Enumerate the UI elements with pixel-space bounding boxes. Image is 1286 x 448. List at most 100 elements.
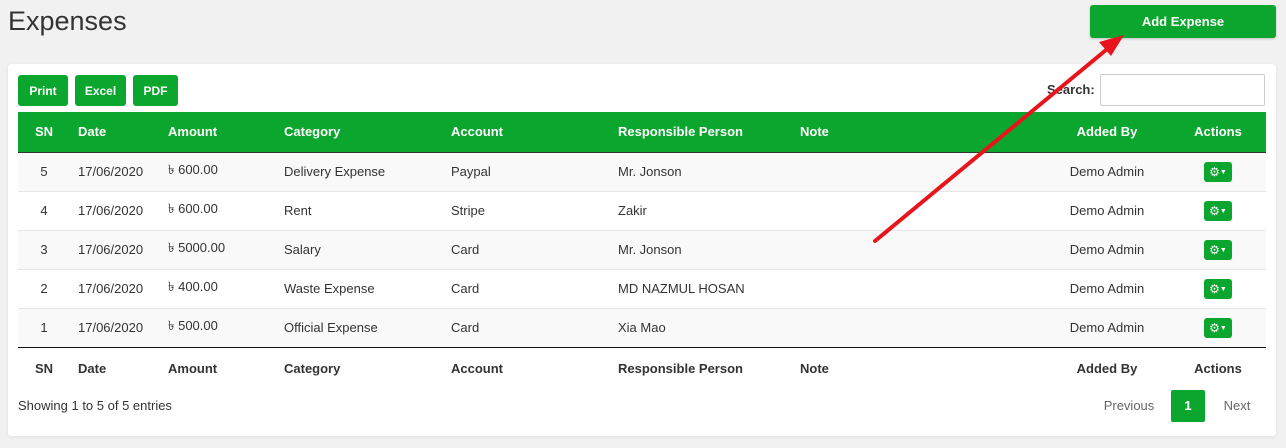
- column-header-sn[interactable]: SN: [18, 112, 70, 152]
- footer-header-added-by: Added By: [1044, 346, 1170, 389]
- print-button[interactable]: Print: [18, 75, 68, 106]
- cell-sn: 1: [18, 307, 70, 347]
- cell-account: Card: [443, 268, 610, 308]
- footer-header-account: Account: [443, 346, 610, 389]
- expenses-card: Print Excel PDF Search: SN Date Amount C…: [8, 64, 1276, 436]
- table-header-row: SN Date Amount Category Account Responsi…: [18, 112, 1266, 152]
- cell-date: 17/06/2020: [70, 151, 160, 191]
- cell-date: 17/06/2020: [70, 307, 160, 347]
- cell-note: [792, 151, 1044, 191]
- pagination-previous[interactable]: Previous: [1090, 390, 1168, 422]
- cell-responsible-person: Mr. Jonson: [610, 151, 792, 191]
- cell-amount: ৳ 600.00: [160, 151, 276, 191]
- gear-icon: ⚙: [1209, 281, 1220, 296]
- cell-responsible-person: MD NAZMUL HOSAN: [610, 268, 792, 308]
- cell-added-by: Demo Admin: [1044, 229, 1170, 269]
- cell-actions: ⚙▼: [1170, 229, 1266, 269]
- pagination-next[interactable]: Next: [1208, 390, 1266, 422]
- excel-button[interactable]: Excel: [75, 75, 126, 106]
- cell-actions: ⚙▼: [1170, 190, 1266, 230]
- cell-note: [792, 190, 1044, 230]
- actions-dropdown-button[interactable]: ⚙▼: [1204, 200, 1232, 221]
- cell-date: 17/06/2020: [70, 229, 160, 269]
- arrow-head: [1099, 35, 1124, 56]
- table-row: 3 17/06/2020 ৳ 5000.00 Salary Card Mr. J…: [18, 229, 1266, 269]
- cell-actions: ⚙▼: [1170, 307, 1266, 347]
- footer-header-category: Category: [276, 346, 443, 389]
- cell-added-by: Demo Admin: [1044, 190, 1170, 230]
- cell-responsible-person: Zakir: [610, 190, 792, 230]
- cell-added-by: Demo Admin: [1044, 151, 1170, 191]
- gear-icon: ⚙: [1209, 320, 1220, 335]
- cell-added-by: Demo Admin: [1044, 268, 1170, 308]
- column-header-amount[interactable]: Amount: [160, 112, 276, 152]
- cell-actions: ⚙▼: [1170, 268, 1266, 308]
- caret-down-icon: ▼: [1219, 285, 1227, 293]
- cell-note: [792, 229, 1044, 269]
- cell-amount: ৳ 5000.00: [160, 229, 276, 269]
- cell-category: Official Expense: [276, 307, 443, 347]
- footer-header-sn: SN: [18, 346, 70, 389]
- table-row: 4 17/06/2020 ৳ 600.00 Rent Stripe Zakir …: [18, 190, 1266, 230]
- expenses-table: SN Date Amount Category Account Responsi…: [18, 112, 1266, 389]
- cell-category: Salary: [276, 229, 443, 269]
- table-footer-row: SN Date Amount Category Account Responsi…: [18, 346, 1266, 389]
- actions-dropdown-button[interactable]: ⚙▼: [1204, 278, 1232, 299]
- search-label: Search:: [1047, 82, 1095, 97]
- cell-account: Card: [443, 229, 610, 269]
- cell-account: Card: [443, 307, 610, 347]
- column-header-account[interactable]: Account: [443, 112, 610, 152]
- gear-icon: ⚙: [1209, 203, 1220, 218]
- column-header-added-by[interactable]: Added By: [1044, 112, 1170, 152]
- cell-sn: 5: [18, 151, 70, 191]
- footer-header-note: Note: [792, 346, 1044, 389]
- cell-category: Delivery Expense: [276, 151, 443, 191]
- footer-header-actions: Actions: [1170, 346, 1266, 389]
- cell-note: [792, 268, 1044, 308]
- caret-down-icon: ▼: [1219, 324, 1227, 332]
- actions-dropdown-button[interactable]: ⚙▼: [1204, 317, 1232, 338]
- pagination-page-1[interactable]: 1: [1171, 390, 1205, 422]
- column-header-category[interactable]: Category: [276, 112, 443, 152]
- cell-amount: ৳ 500.00: [160, 307, 276, 347]
- column-header-responsible-person[interactable]: Responsible Person: [610, 112, 792, 152]
- column-header-note[interactable]: Note: [792, 112, 1044, 152]
- cell-sn: 4: [18, 190, 70, 230]
- actions-dropdown-button[interactable]: ⚙▼: [1204, 239, 1232, 260]
- table-row: 5 17/06/2020 ৳ 600.00 Delivery Expense P…: [18, 151, 1266, 191]
- caret-down-icon: ▼: [1219, 246, 1227, 254]
- page-title: Expenses: [8, 6, 127, 36]
- table-info: Showing 1 to 5 of 5 entries: [18, 398, 172, 413]
- cell-date: 17/06/2020: [70, 190, 160, 230]
- column-header-actions: Actions: [1194, 124, 1242, 140]
- gear-icon: ⚙: [1209, 164, 1220, 179]
- caret-down-icon: ▼: [1219, 207, 1227, 215]
- cell-amount: ৳ 400.00: [160, 268, 276, 308]
- cell-category: Waste Expense: [276, 268, 443, 308]
- cell-amount: ৳ 600.00: [160, 190, 276, 230]
- footer-header-amount: Amount: [160, 346, 276, 389]
- cell-note: [792, 307, 1044, 347]
- caret-down-icon: ▼: [1219, 168, 1227, 176]
- pdf-button[interactable]: PDF: [133, 75, 178, 106]
- cell-sn: 3: [18, 229, 70, 269]
- cell-category: Rent: [276, 190, 443, 230]
- cell-added-by: Demo Admin: [1044, 307, 1170, 347]
- cell-responsible-person: Mr. Jonson: [610, 229, 792, 269]
- cell-actions: ⚙▼: [1170, 151, 1266, 191]
- pagination: Previous 1 Next: [1090, 390, 1266, 422]
- footer-header-date: Date: [70, 346, 160, 389]
- footer-header-responsible-person: Responsible Person: [610, 346, 792, 389]
- cell-account: Stripe: [443, 190, 610, 230]
- cell-sn: 2: [18, 268, 70, 308]
- table-row: 2 17/06/2020 ৳ 400.00 Waste Expense Card…: [18, 268, 1266, 308]
- cell-account: Paypal: [443, 151, 610, 191]
- gear-icon: ⚙: [1209, 242, 1220, 257]
- add-expense-button[interactable]: Add Expense: [1090, 5, 1276, 38]
- search-input[interactable]: [1100, 74, 1265, 106]
- actions-dropdown-button[interactable]: ⚙▼: [1204, 161, 1232, 182]
- cell-date: 17/06/2020: [70, 268, 160, 308]
- column-header-date[interactable]: Date: [70, 112, 160, 152]
- table-row: 1 17/06/2020 ৳ 500.00 Official Expense C…: [18, 307, 1266, 347]
- cell-responsible-person: Xia Mao: [610, 307, 792, 347]
